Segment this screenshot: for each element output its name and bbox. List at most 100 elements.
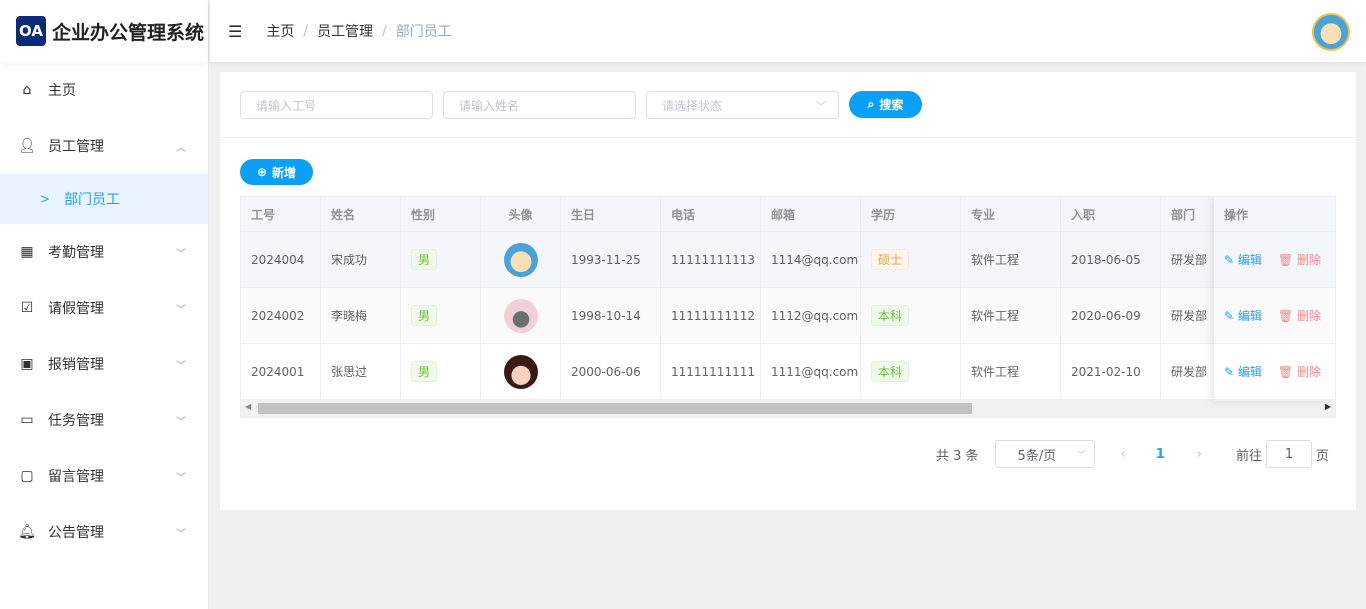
edit-icon: ✎ <box>1224 365 1235 379</box>
scroll-right-icon[interactable]: ▶ <box>1325 402 1331 411</box>
sidebar-item[interactable]: ▣ 报销管理 ﹀ <box>0 336 208 392</box>
ops-cell: ✎ 编辑 🗑︎ 删除 <box>1214 344 1335 400</box>
divider <box>220 137 1356 138</box>
column-header[interactable]: 生日 <box>561 197 661 232</box>
table-cell <box>481 232 561 288</box>
column-header[interactable]: 入职 <box>1061 197 1161 232</box>
app-title: 企业办公管理系统 <box>52 21 205 44</box>
delete-button[interactable]: 🗑︎ 删除 <box>1278 363 1321 380</box>
next-page-icon[interactable]: › <box>1197 447 1202 462</box>
table-header: 工号 姓名 性别 头像 生日 电话 邮箱 学历 专业 入职 部门 <box>241 197 1335 232</box>
column-header[interactable]: 工号 <box>241 197 321 232</box>
chevron-down-icon: ﹀ <box>176 248 186 260</box>
edit-icon: ✎ <box>1224 253 1235 267</box>
logo-badge: OA <box>16 16 46 46</box>
cell-email: 1111@qq.com <box>771 364 859 379</box>
sidebar-item-label: 请假管理 <box>48 301 104 317</box>
trash-icon: 🗑︎ <box>1277 309 1294 323</box>
table-cell: 2024002 <box>241 288 321 344</box>
education-tag: 本科 <box>871 361 910 382</box>
page-1[interactable]: 1 <box>1156 447 1165 462</box>
sidebar: OA 企业办公管理系统 ⌂ 主页 👤︎ 员工管理 ︿ > 部门员工 ▦ 考勤管理 ﹀ ☑ 请假管理 ﹀ ▣… <box>0 0 209 609</box>
chevron-down-icon: ﹀ <box>176 360 186 372</box>
search-label: 搜索 <box>879 98 904 112</box>
breadcrumb-home[interactable]: 主页 <box>266 21 294 41</box>
column-header[interactable]: 学历 <box>861 197 961 232</box>
cell-birthday: 1993-11-25 <box>571 252 641 267</box>
breadcrumb-current: 部门员工 <box>395 24 452 40</box>
edit-button[interactable]: ✎ 编辑 <box>1224 307 1262 324</box>
employee-avatar <box>503 298 538 333</box>
chevron-down-icon: ﹀ <box>176 472 186 484</box>
sidebar-item[interactable]: 👤︎ 员工管理 ︿ <box>0 118 208 174</box>
table-cell: 男 <box>401 344 481 400</box>
sidebar-item-label: 员工管理 <box>48 139 104 155</box>
table-cell: 硕士 <box>861 232 961 288</box>
cell-id: 2024004 <box>251 252 305 267</box>
gender-tag: 男 <box>411 361 438 382</box>
column-header[interactable]: 邮箱 <box>761 197 861 232</box>
table-row[interactable]: 2024002 李晓梅 男 1998-10-14 11111111112 1112@qq.… <box>241 288 1335 344</box>
table-cell: 男 <box>401 232 481 288</box>
table-row[interactable]: 2024004 宋成功 男 1993-11-25 11111111113 1114@qq.… <box>241 232 1335 288</box>
ops-cell: ✎ 编辑 🗑︎ 删除 <box>1214 288 1335 344</box>
employee-table: ◀ ▶ 工号 姓名 性别 头像 生日 电话 邮箱 学历 专业 入职 部门 2024004 宋成功男 199… <box>240 196 1336 418</box>
employee-name-input[interactable]: 请输入姓名 <box>443 91 636 119</box>
sidebar-item[interactable]: ⌂ 主页 <box>0 62 208 118</box>
delete-label: 删除 <box>1296 309 1321 323</box>
cell-major: 软件工程 <box>971 309 1020 323</box>
employee-id-input[interactable]: 请输入工号 <box>240 91 433 119</box>
column-header[interactable]: 性别 <box>401 197 481 232</box>
cell-phone: 11111111112 <box>671 308 755 323</box>
menu-toggle-icon[interactable]: ☰ <box>228 22 242 41</box>
scrollbar-thumb[interactable] <box>258 403 972 414</box>
chevron-right-icon: > <box>40 192 51 206</box>
column-header[interactable]: 头像 <box>481 197 561 232</box>
cell-name: 张思过 <box>331 365 368 379</box>
table-cell <box>481 344 561 400</box>
delete-button[interactable]: 🗑︎ 删除 <box>1278 307 1321 324</box>
calendar-icon: ▦ <box>20 244 34 260</box>
table-cell: 11111111112 <box>661 288 761 344</box>
edit-button[interactable]: ✎ 编辑 <box>1224 251 1262 268</box>
edit-label: 编辑 <box>1237 309 1262 323</box>
column-header[interactable]: 电话 <box>661 197 761 232</box>
sidebar-item[interactable]: ▦ 考勤管理 ﹀ <box>0 224 208 280</box>
sidebar-item[interactable]: 🔔︎ 公告管理 ﹀ <box>0 504 208 560</box>
table-cell: 2021-02-10 <box>1061 344 1161 400</box>
prev-page-icon[interactable]: ‹ <box>1121 447 1126 462</box>
table-cell: 2020-06-09 <box>1061 288 1161 344</box>
document-check-icon: ☑ <box>20 300 34 316</box>
sidebar-item[interactable]: ☑ 请假管理 ﹀ <box>0 280 208 336</box>
goto-page-input[interactable]: 1 <box>1266 440 1313 468</box>
status-select[interactable]: 请选择状态 ﹀ <box>646 91 839 119</box>
table-cell: 11111111113 <box>661 232 761 288</box>
column-header[interactable]: 姓名 <box>321 197 401 232</box>
cell-major: 软件工程 <box>971 253 1020 267</box>
scroll-left-icon[interactable]: ◀ <box>245 402 251 411</box>
table-cell: 本科 <box>861 344 961 400</box>
cell-dept: 研发部 <box>1171 365 1208 379</box>
edit-label: 编辑 <box>1237 253 1262 267</box>
page-size-select[interactable]: 5条/页 ﹀ <box>994 440 1095 468</box>
sidebar-subitem[interactable]: > 部门员工 <box>0 174 208 224</box>
sidebar-item-label: 考勤管理 <box>48 245 104 261</box>
search-button[interactable]: ⌕ 搜索 <box>849 91 922 118</box>
breadcrumb-employee[interactable]: 员工管理 <box>317 21 373 41</box>
column-header[interactable]: 专业 <box>961 197 1061 232</box>
cell-join: 2020-06-09 <box>1071 308 1141 323</box>
user-avatar[interactable] <box>1312 13 1350 51</box>
add-button[interactable]: ⊕ 新增 <box>240 159 313 185</box>
sidebar-item-label: 留言管理 <box>48 469 104 485</box>
employee-avatar <box>503 242 538 277</box>
edit-button[interactable]: ✎ 编辑 <box>1224 363 1262 380</box>
horizontal-scrollbar[interactable]: ◀ ▶ <box>241 400 1335 417</box>
trash-icon: 🗑︎ <box>1277 253 1294 267</box>
delete-button[interactable]: 🗑︎ 删除 <box>1278 251 1321 268</box>
table-cell <box>481 288 561 344</box>
cell-join: 2018-06-05 <box>1071 252 1141 267</box>
sidebar-item[interactable]: ▭ 任务管理 ﹀ <box>0 392 208 448</box>
table-row[interactable]: 2024001 张思过 男 2000-06-06 11111111111 1111@qq.… <box>241 344 1335 400</box>
operations-column: 操作 ✎ 编辑 🗑︎ 删除 ✎ 编辑 🗑︎ 删除 ✎ 编辑 🗑︎ 删除 <box>1214 197 1335 401</box>
sidebar-item[interactable]: ▢ 留言管理 ﹀ <box>0 448 208 504</box>
